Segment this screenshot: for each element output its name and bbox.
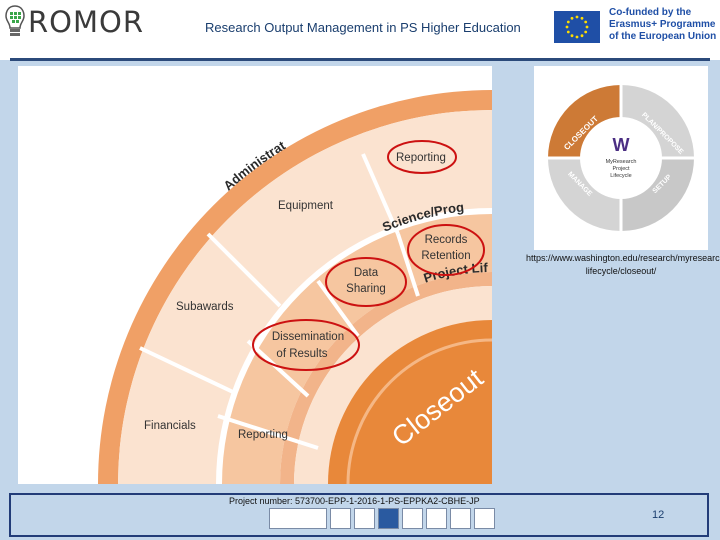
page-number: 12 <box>652 509 665 521</box>
source-url-caption[interactable]: https://www.washington.edu/research/myre… <box>526 252 720 278</box>
partner-logo <box>378 508 399 529</box>
outer-item-equipment: Equipment <box>278 200 334 212</box>
partner-logo <box>474 508 495 529</box>
closeout-diagram: Administrat Science/Prog Project Lif Clo… <box>98 90 492 484</box>
closeout-diagram-image: Administrat Science/Prog Project Lif Clo… <box>18 66 492 484</box>
segment-manage <box>548 158 621 231</box>
eu-line: Erasmus+ Programme <box>609 19 716 30</box>
lightbulb-icon <box>5 5 25 36</box>
page-title: Research Output Management in PS Higher … <box>205 20 521 35</box>
header-divider <box>10 58 710 61</box>
partner-logo <box>354 508 375 529</box>
partner-logo <box>426 508 447 529</box>
inner-item-reporting: Reporting <box>238 429 288 441</box>
logo-text: ROMOR <box>28 5 144 39</box>
eu-cofunding-text: Co-funded by the Erasmus+ Programme of t… <box>609 7 717 43</box>
partner-logo <box>450 508 471 529</box>
outer-item-reporting: Reporting <box>396 152 446 164</box>
eu-line: of the European Union <box>609 31 717 42</box>
footer-bar: Project number: 573700-EPP-1-2016-1-PS-E… <box>9 493 709 537</box>
project-number: Project number: 573700-EPP-1-2016-1-PS-E… <box>229 496 480 506</box>
center-line: Lifecycle <box>610 173 631 179</box>
center-line: Project <box>612 166 630 172</box>
outer-item-subawards: Subawards <box>176 301 234 313</box>
header-bar: ROMOR Research Output Management in PS H… <box>0 0 720 60</box>
partner-logo <box>269 508 327 529</box>
eu-line: Co-funded by the <box>609 7 692 18</box>
segment-closeout <box>548 85 621 158</box>
romor-logo: ROMOR <box>4 4 144 40</box>
segment-setup <box>621 158 694 231</box>
partner-logo <box>402 508 423 529</box>
partner-logos <box>269 508 495 529</box>
segment-plan <box>621 85 694 158</box>
lifecycle-ring: CLOSEOUT PLAN/PROPOSE SETUP MANAGE W MyR… <box>546 83 696 233</box>
center-line: MyResearch <box>606 159 637 165</box>
eu-flag-icon <box>554 11 600 43</box>
partner-logo <box>330 508 351 529</box>
lifecycle-ring-image: CLOSEOUT PLAN/PROPOSE SETUP MANAGE W MyR… <box>534 66 708 250</box>
uw-logo: W <box>613 135 630 155</box>
outer-item-financials: Financials <box>144 420 196 432</box>
